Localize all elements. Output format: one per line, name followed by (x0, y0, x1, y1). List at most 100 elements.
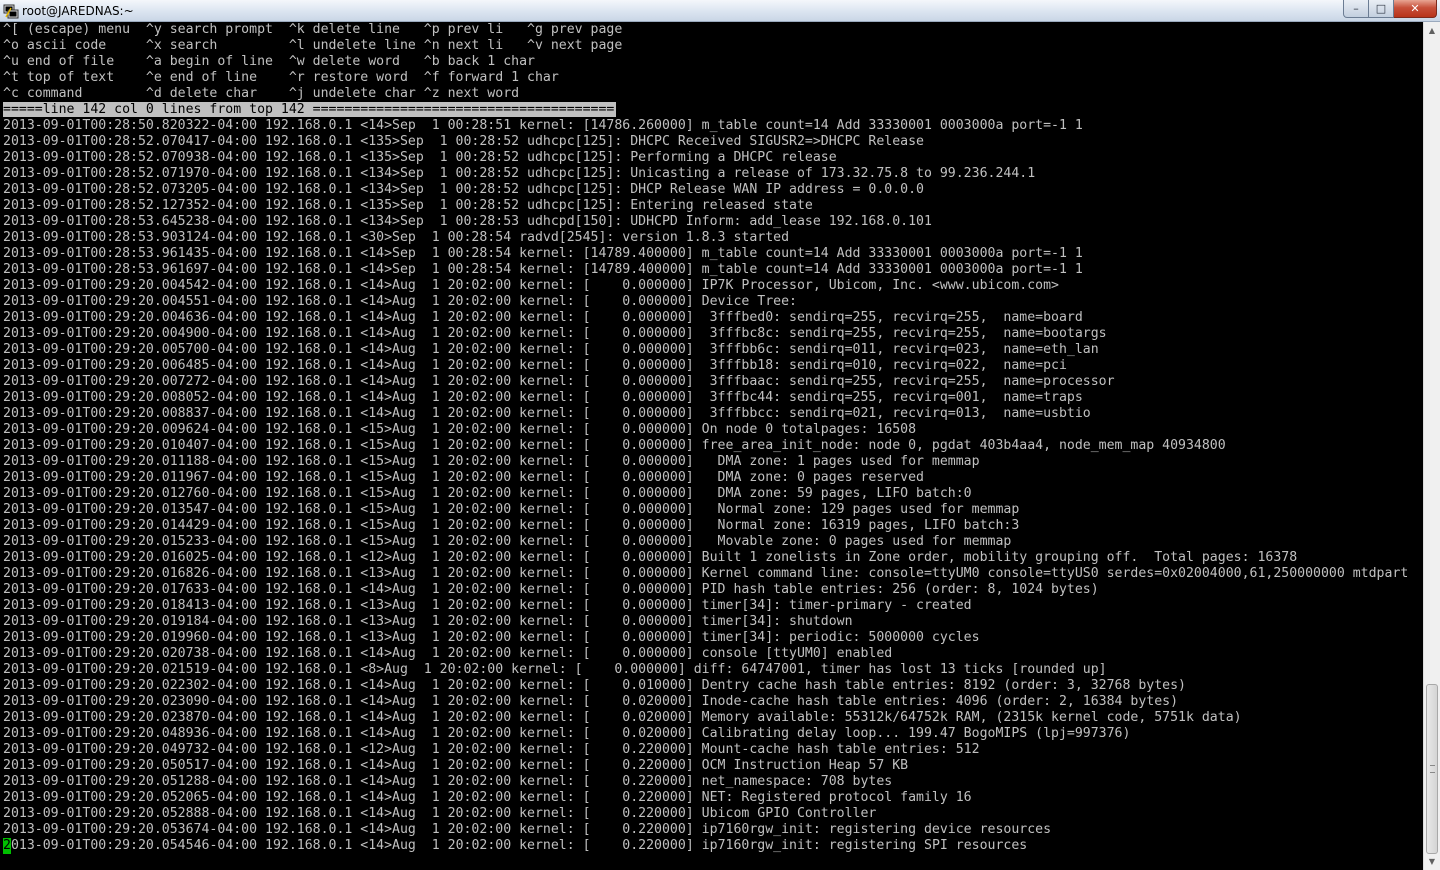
log-line: 2013-09-01T00:28:52.073205-04:00 192.168… (3, 182, 924, 198)
minimize-button[interactable]: – (1343, 0, 1369, 18)
log-line: 2013-09-01T00:29:20.050517-04:00 192.168… (3, 758, 908, 774)
line-text: 2013-09-01T00:28:53.961697-04:00 192.168… (3, 262, 1083, 277)
log-line: 2013-09-01T00:29:20.006485-04:00 192.168… (3, 358, 1067, 374)
log-line: 2013-09-01T00:29:20.012760-04:00 192.168… (3, 486, 972, 502)
log-line: 2013-09-01T00:29:20.052888-04:00 192.168… (3, 806, 876, 822)
maximize-button[interactable]: □ (1369, 0, 1394, 18)
log-line: 2013-09-01T00:29:20.019184-04:00 192.168… (3, 614, 853, 630)
log-line: 2013-09-01T00:29:20.016025-04:00 192.168… (3, 550, 1297, 566)
log-line: 2013-09-01T00:29:20.019960-04:00 192.168… (3, 630, 980, 646)
scroll-up-button[interactable]: ▲ (1424, 22, 1440, 39)
log-line: 2013-09-01T00:29:20.010407-04:00 192.168… (3, 438, 1226, 454)
log-line: 2013-09-01T00:28:52.070938-04:00 192.168… (3, 150, 837, 166)
terminal-output[interactable]: ^[ (escape) menu ^y search prompt ^k del… (0, 22, 1423, 870)
log-line: 2013-09-01T00:29:20.011967-04:00 192.168… (3, 470, 924, 486)
editor-help-line: ^u end of file ^a begin of line ^w delet… (3, 54, 535, 70)
line-text: 2013-09-01T00:29:20.020738-04:00 192.168… (3, 646, 893, 661)
line-text: 2013-09-01T00:29:20.013547-04:00 192.168… (3, 502, 1020, 517)
line-text: 2013-09-01T00:28:52.127352-04:00 192.168… (3, 198, 813, 213)
line-text: 2013-09-01T00:29:20.011967-04:00 192.168… (3, 470, 924, 485)
line-text: 2013-09-01T00:28:53.903124-04:00 192.168… (3, 230, 790, 245)
line-text: 2013-09-01T00:29:20.019184-04:00 192.168… (3, 614, 853, 629)
log-line: 2013-09-01T00:29:20.004636-04:00 192.168… (3, 310, 1083, 326)
line-text: 2013-09-01T00:29:20.004542-04:00 192.168… (3, 278, 1059, 293)
close-button[interactable]: ✕ (1394, 0, 1437, 18)
editor-help-line: ^c command ^d delete char ^j undelete ch… (3, 86, 519, 102)
line-text: 2013-09-01T00:28:52.070417-04:00 192.168… (3, 134, 924, 149)
log-line: 2013-09-01T00:29:20.020738-04:00 192.168… (3, 646, 892, 662)
line-text: 2013-09-01T00:29:20.052065-04:00 192.168… (3, 790, 972, 805)
line-text: 2013-09-01T00:29:20.014429-04:00 192.168… (3, 518, 1020, 533)
log-line: 2013-09-01T00:29:20.009624-04:00 192.168… (3, 422, 916, 438)
log-line: 2013-09-01T00:29:20.013547-04:00 192.168… (3, 502, 1019, 518)
minimize-icon: – (1353, 2, 1359, 15)
line-text: 2013-09-01T00:29:20.008052-04:00 192.168… (3, 390, 1083, 405)
line-text: 013-09-01T00:29:20.054546-04:00 192.168.… (10, 838, 1028, 853)
log-line: 2013-09-01T00:29:20.004900-04:00 192.168… (3, 326, 1107, 342)
log-line: 2013-09-01T00:28:53.645238-04:00 192.168… (3, 214, 932, 230)
line-text: 2013-09-01T00:29:20.023090-04:00 192.168… (3, 694, 1179, 709)
scrollbar-thumb[interactable] (1426, 684, 1438, 854)
log-line: 2013-09-01T00:29:20.048936-04:00 192.168… (3, 726, 1130, 742)
line-text: 2013-09-01T00:29:20.019960-04:00 192.168… (3, 630, 980, 645)
terminal-window: root@JAREDNAS:~ – □ ✕ ^[ (escape) menu ^… (0, 0, 1440, 870)
line-text: 2013-09-01T00:29:20.051288-04:00 192.168… (3, 774, 893, 789)
log-line: 2013-09-01T00:29:20.023090-04:00 192.168… (3, 694, 1178, 710)
line-text: ^u end of file ^a begin of line ^w delet… (3, 54, 535, 69)
line-text: 2013-09-01T00:29:20.048936-04:00 192.168… (3, 726, 1131, 741)
line-text: ^t top of text ^e end of line ^r restore… (3, 70, 559, 85)
grip-icon (1430, 765, 1435, 773)
line-text: 2013-09-01T00:28:53.645238-04:00 192.168… (3, 214, 932, 229)
window-controls: – □ ✕ (1343, 0, 1437, 18)
log-line: 2013-09-01T00:29:20.021519-04:00 192.168… (3, 662, 1107, 678)
log-line: 2013-09-01T00:28:52.127352-04:00 192.168… (3, 198, 813, 214)
line-text: ^o ascii code ^x search ^l undelete line… (3, 38, 623, 53)
line-text: 2013-09-01T00:28:52.070938-04:00 192.168… (3, 150, 837, 165)
log-line: 2013-09-01T00:29:20.016826-04:00 192.168… (3, 566, 1408, 582)
log-line: 2013-09-01T00:28:53.903124-04:00 192.168… (3, 230, 789, 246)
log-line: 2013-09-01T00:29:20.004551-04:00 192.168… (3, 294, 797, 310)
log-line: 2013-09-01T00:29:20.011188-04:00 192.168… (3, 454, 980, 470)
editor-status-line: =====line 142 col 0 lines from top 142 =… (3, 102, 617, 118)
title-bar[interactable]: root@JAREDNAS:~ – □ ✕ (0, 0, 1440, 22)
window-title: root@JAREDNAS:~ (22, 4, 134, 18)
log-line: 2013-09-01T00:29:20.008052-04:00 192.168… (3, 390, 1083, 406)
log-line: 2013-09-01T00:29:20.017633-04:00 192.168… (3, 582, 1099, 598)
editor-help-line: ^t top of text ^e end of line ^r restore… (3, 70, 559, 86)
log-line: 2013-09-01T00:29:20.014429-04:00 192.168… (3, 518, 1019, 534)
line-text: 2013-09-01T00:29:20.050517-04:00 192.168… (3, 758, 909, 773)
log-line: 2013-09-01T00:28:53.961435-04:00 192.168… (3, 246, 1083, 262)
log-line: 2013-09-01T00:29:20.008837-04:00 192.168… (3, 406, 1091, 422)
log-line: 2013-09-01T00:29:20.018413-04:00 192.168… (3, 598, 972, 614)
log-line: 2013-09-01T00:29:20.023870-04:00 192.168… (3, 710, 1242, 726)
log-line: 2013-09-01T00:28:52.070417-04:00 192.168… (3, 134, 924, 150)
line-text: 2013-09-01T00:29:20.016826-04:00 192.168… (3, 566, 1409, 581)
line-text: 2013-09-01T00:29:20.009624-04:00 192.168… (3, 422, 917, 437)
editor-help-line: ^o ascii code ^x search ^l undelete line… (3, 38, 622, 54)
log-line: 2013-09-01T00:29:20.007272-04:00 192.168… (3, 374, 1115, 390)
line-text: 2013-09-01T00:29:20.007272-04:00 192.168… (3, 374, 1115, 389)
log-line: 2013-09-01T00:29:20.053674-04:00 192.168… (3, 822, 1051, 838)
log-line: 2013-09-01T00:28:52.071970-04:00 192.168… (3, 166, 1035, 182)
line-text: 2013-09-01T00:29:20.015233-04:00 192.168… (3, 534, 1012, 549)
log-line: 2013-09-01T00:29:20.049732-04:00 192.168… (3, 742, 980, 758)
log-line: 2013-09-01T00:29:20.004542-04:00 192.168… (3, 278, 1059, 294)
line-text: 2013-09-01T00:29:20.016025-04:00 192.168… (3, 550, 1298, 565)
log-line: 2013-09-01T00:29:20.005700-04:00 192.168… (3, 342, 1099, 358)
line-text: 2013-09-01T00:29:20.052888-04:00 192.168… (3, 806, 877, 821)
line-text: 2013-09-01T00:28:52.071970-04:00 192.168… (3, 166, 1036, 181)
line-text: 2013-09-01T00:28:52.073205-04:00 192.168… (3, 182, 924, 197)
line-text: ^c command ^d delete char ^j undelete ch… (3, 86, 520, 101)
scroll-down-button[interactable]: ▼ (1424, 853, 1440, 870)
putty-icon[interactable] (3, 3, 19, 19)
line-text: 2013-09-01T00:29:20.011188-04:00 192.168… (3, 454, 980, 469)
line-text: 2013-09-01T00:29:20.017633-04:00 192.168… (3, 582, 1099, 597)
line-text: 2013-09-01T00:28:50.820322-04:00 192.168… (3, 118, 1083, 133)
close-icon: ✕ (1410, 2, 1420, 15)
line-text: 2013-09-01T00:29:20.021519-04:00 192.168… (3, 662, 1107, 677)
vertical-scrollbar[interactable]: ▲ ▼ (1423, 22, 1440, 870)
log-line: 2013-09-01T00:29:20.022302-04:00 192.168… (3, 678, 1186, 694)
arrow-up-icon: ▲ (1428, 26, 1436, 35)
log-line: 2013-09-01T00:29:20.015233-04:00 192.168… (3, 534, 1011, 550)
line-text: 2013-09-01T00:29:20.008837-04:00 192.168… (3, 406, 1091, 421)
